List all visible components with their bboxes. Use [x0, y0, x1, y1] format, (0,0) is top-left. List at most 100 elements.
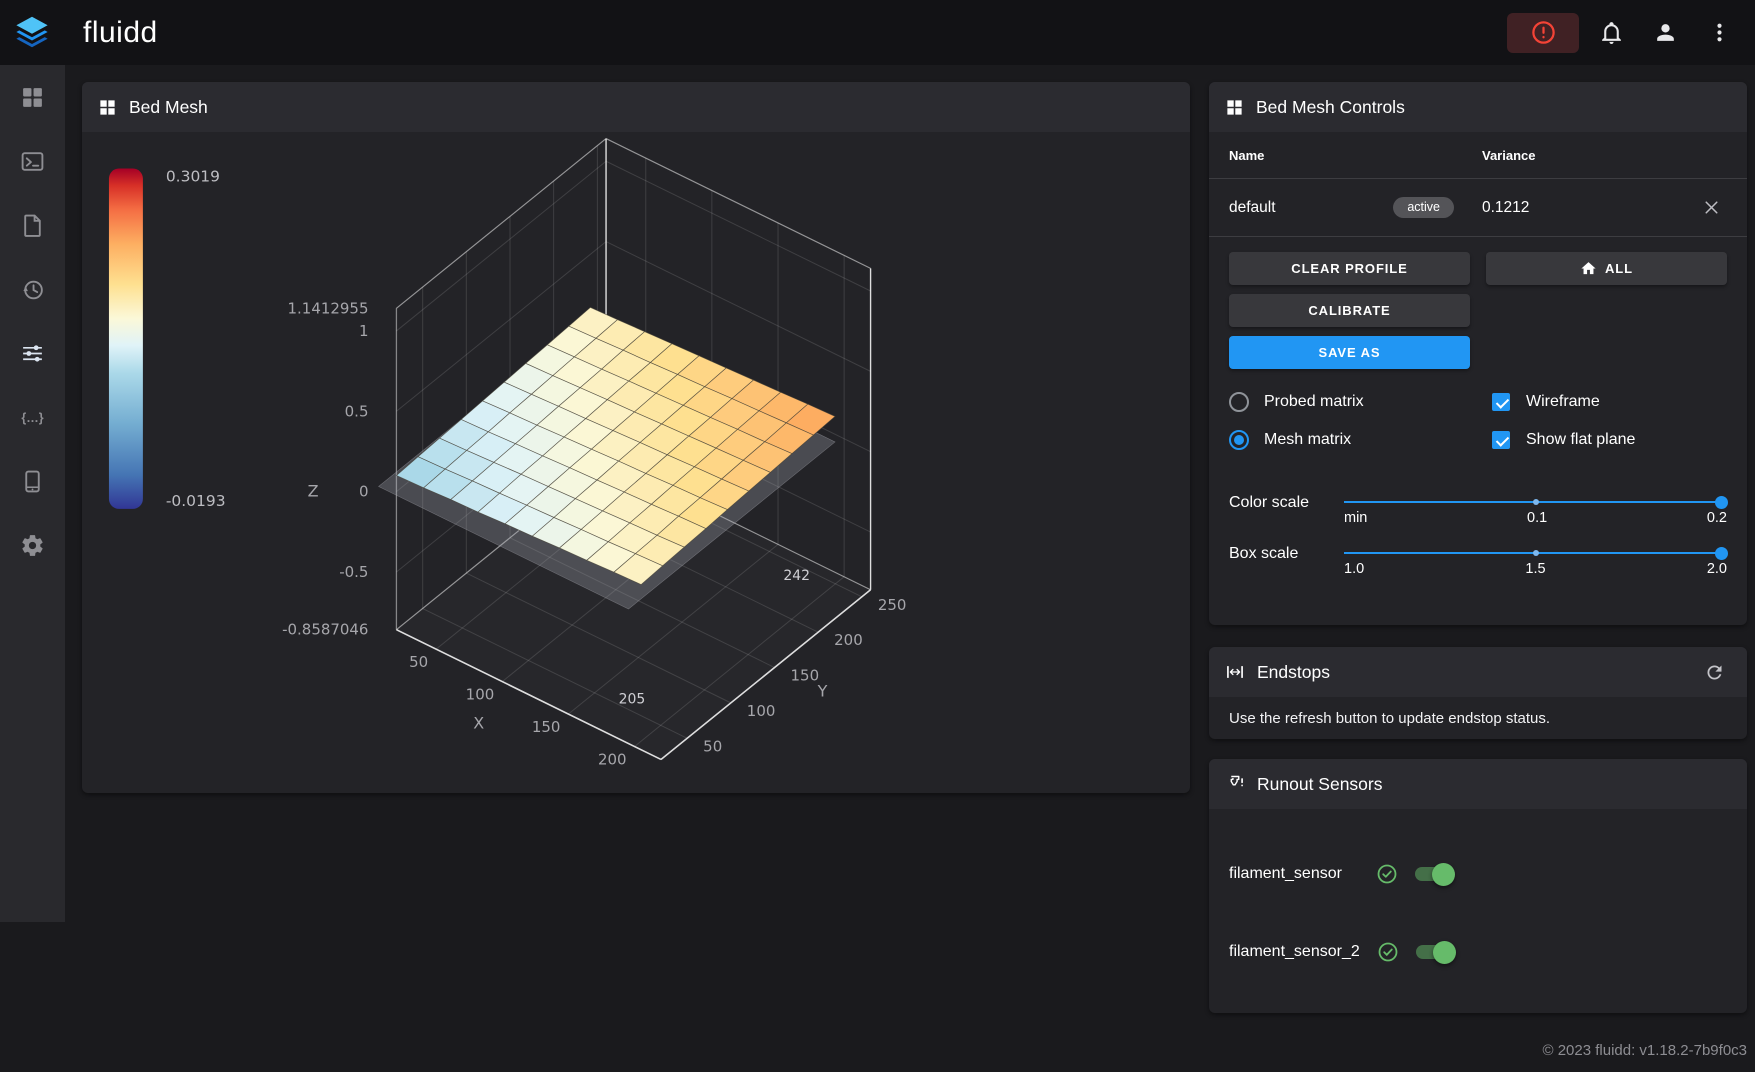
sidebar-item-tune[interactable]: [0, 321, 65, 385]
runout-sensor-icon: [1230, 775, 1243, 787]
svg-text:Y: Y: [817, 682, 828, 701]
show-flat-plane-checkbox[interactable]: Show flat plane: [1491, 425, 1727, 455]
emergency-stop-button[interactable]: [1507, 12, 1579, 53]
bed-mesh-actions: CLEAR PROFILE ALL CALIBRATE SAVE AS: [1229, 252, 1727, 369]
refresh-icon: [1707, 665, 1721, 679]
slider-thumb[interactable]: [1715, 495, 1728, 509]
radio-icon: [1229, 430, 1249, 450]
grid-icon: [1227, 99, 1242, 115]
sensor-ok-icon: [1376, 940, 1400, 964]
sidebar: {…}: [0, 65, 65, 922]
profiles-table-header: Name Variance: [1229, 132, 1727, 178]
history-icon: [23, 280, 43, 299]
colorbar: 0.3019 -0.0193: [108, 168, 226, 510]
refresh-endstops-button[interactable]: [1697, 655, 1731, 689]
settings-icon: [22, 534, 43, 556]
svg-text:-0.5: -0.5: [339, 563, 368, 581]
sidebar-item-history[interactable]: [0, 257, 65, 321]
svg-text:50: 50: [409, 653, 428, 671]
close-icon: [1704, 201, 1718, 214]
bed-mesh-controls-card: Bed Mesh Controls Name Variance default …: [1209, 82, 1747, 625]
runout-sensors-card: Runout Sensors filament_sensor filament_…: [1209, 759, 1747, 1013]
svg-text:150: 150: [791, 667, 820, 685]
endstops-header: Endstops: [1209, 647, 1747, 697]
app-title: fluidd: [83, 15, 158, 49]
home-all-button[interactable]: ALL: [1486, 252, 1727, 285]
footer-version: © 2023 fluidd: v1.18.2-7b9f0c3: [1542, 1042, 1747, 1059]
sensor-toggle[interactable]: [1415, 862, 1455, 886]
bed-mesh-controls-title: Bed Mesh Controls: [1256, 96, 1405, 117]
clear-profile-button[interactable]: CLEAR PROFILE: [1229, 252, 1470, 285]
box-scale-label: Box scale: [1229, 545, 1299, 562]
radio-icon: [1229, 392, 1249, 412]
svg-text:100: 100: [747, 702, 776, 720]
calibrate-button[interactable]: CALIBRATE: [1229, 294, 1470, 327]
svg-text:Z: Z: [308, 482, 319, 501]
remove-profile-button[interactable]: [1697, 194, 1725, 222]
sidebar-item-macros[interactable]: {…}: [0, 385, 65, 449]
mesh-matrix-radio[interactable]: Mesh matrix: [1229, 425, 1491, 455]
probed-matrix-radio[interactable]: Probed matrix: [1229, 387, 1491, 417]
box-scale-row: Box scale 1.0 1.5 2.0: [1229, 544, 1728, 577]
overflow-menu-button[interactable]: [1697, 11, 1741, 55]
svg-text:{…}: {…}: [21, 411, 43, 425]
save-as-button[interactable]: SAVE AS: [1229, 336, 1470, 369]
bed-mesh-card-header: Bed Mesh: [82, 82, 1190, 132]
svg-text:250: 250: [878, 596, 907, 614]
sidebar-item-dashboard[interactable]: [0, 65, 65, 129]
bell-icon: [1601, 22, 1621, 44]
sidebar-item-device[interactable]: [0, 449, 65, 513]
notifications-button[interactable]: [1589, 11, 1633, 55]
slider-thumb[interactable]: [1715, 546, 1728, 560]
top-bar: fluidd: [0, 0, 1755, 65]
profile-active-badge: active: [1393, 197, 1454, 218]
tune-icon: [23, 344, 42, 362]
sensor-name: filament_sensor_2: [1229, 943, 1360, 960]
slider-mid-tick: [1532, 550, 1539, 556]
bed-mesh-plot[interactable]: 0.3019 -0.0193 1.1412955 1 0.5 0 -0.5 -0.858704…: [82, 132, 1190, 793]
sidebar-item-settings[interactable]: [0, 513, 65, 577]
svg-text:0.5: 0.5: [345, 402, 369, 420]
dots-vertical-icon: [1716, 23, 1722, 42]
sidebar-item-jobs[interactable]: [0, 193, 65, 257]
home-icon: [1581, 262, 1596, 275]
svg-text:X: X: [473, 714, 484, 733]
svg-text:-0.0193: -0.0193: [166, 492, 226, 510]
color-scale-slider[interactable]: min 0.1 0.2: [1344, 493, 1728, 526]
wireframe-checkbox[interactable]: Wireframe: [1491, 387, 1727, 417]
box-scale-slider[interactable]: 1.0 1.5 2.0: [1344, 544, 1728, 577]
account-button[interactable]: [1643, 11, 1687, 55]
device-icon: [25, 470, 40, 492]
runout-sensors-header: Runout Sensors: [1209, 759, 1747, 809]
sensor-toggle[interactable]: [1415, 940, 1456, 964]
endstops-title: Endstops: [1257, 661, 1330, 682]
svg-text:150: 150: [532, 718, 561, 736]
slider-mid-tick: [1532, 499, 1539, 505]
svg-text:242: 242: [783, 568, 810, 584]
matrix-options: Probed matrix Wireframe Mesh matrix Show…: [1229, 387, 1727, 455]
profile-row[interactable]: default active 0.1212: [1229, 179, 1727, 236]
bed-mesh-controls-header: Bed Mesh Controls: [1209, 82, 1747, 132]
svg-text:50: 50: [703, 737, 722, 755]
checkbox-icon: [1492, 393, 1510, 411]
column-name: Name: [1229, 147, 1265, 163]
macros-icon: {…}: [21, 411, 43, 425]
sidebar-item-console[interactable]: [0, 129, 65, 193]
svg-text:100: 100: [466, 686, 495, 704]
bed-mesh-card: Bed Mesh 0.3019 -0.0193 1.1412955 1 0.5 0 -0.5…: [82, 82, 1190, 793]
svg-text:-0.8587046: -0.8587046: [282, 621, 368, 639]
fluidd-logo-icon[interactable]: [11, 12, 53, 54]
grid-icon: [100, 99, 115, 115]
svg-text:200: 200: [834, 631, 863, 649]
divider: [1209, 236, 1747, 237]
svg-text:205: 205: [619, 692, 646, 708]
endstops-message: Use the refresh button to update endstop…: [1229, 710, 1551, 727]
svg-text:200: 200: [598, 750, 627, 768]
profile-variance: 0.1212: [1482, 198, 1530, 216]
checkbox-icon: [1492, 431, 1510, 449]
jobs-icon: [24, 214, 41, 237]
svg-text:0: 0: [359, 483, 369, 501]
endstops-icon: [1227, 666, 1243, 678]
sensor-name: filament_sensor: [1229, 865, 1342, 882]
endstops-card: Endstops Use the refresh button to updat…: [1209, 647, 1747, 739]
